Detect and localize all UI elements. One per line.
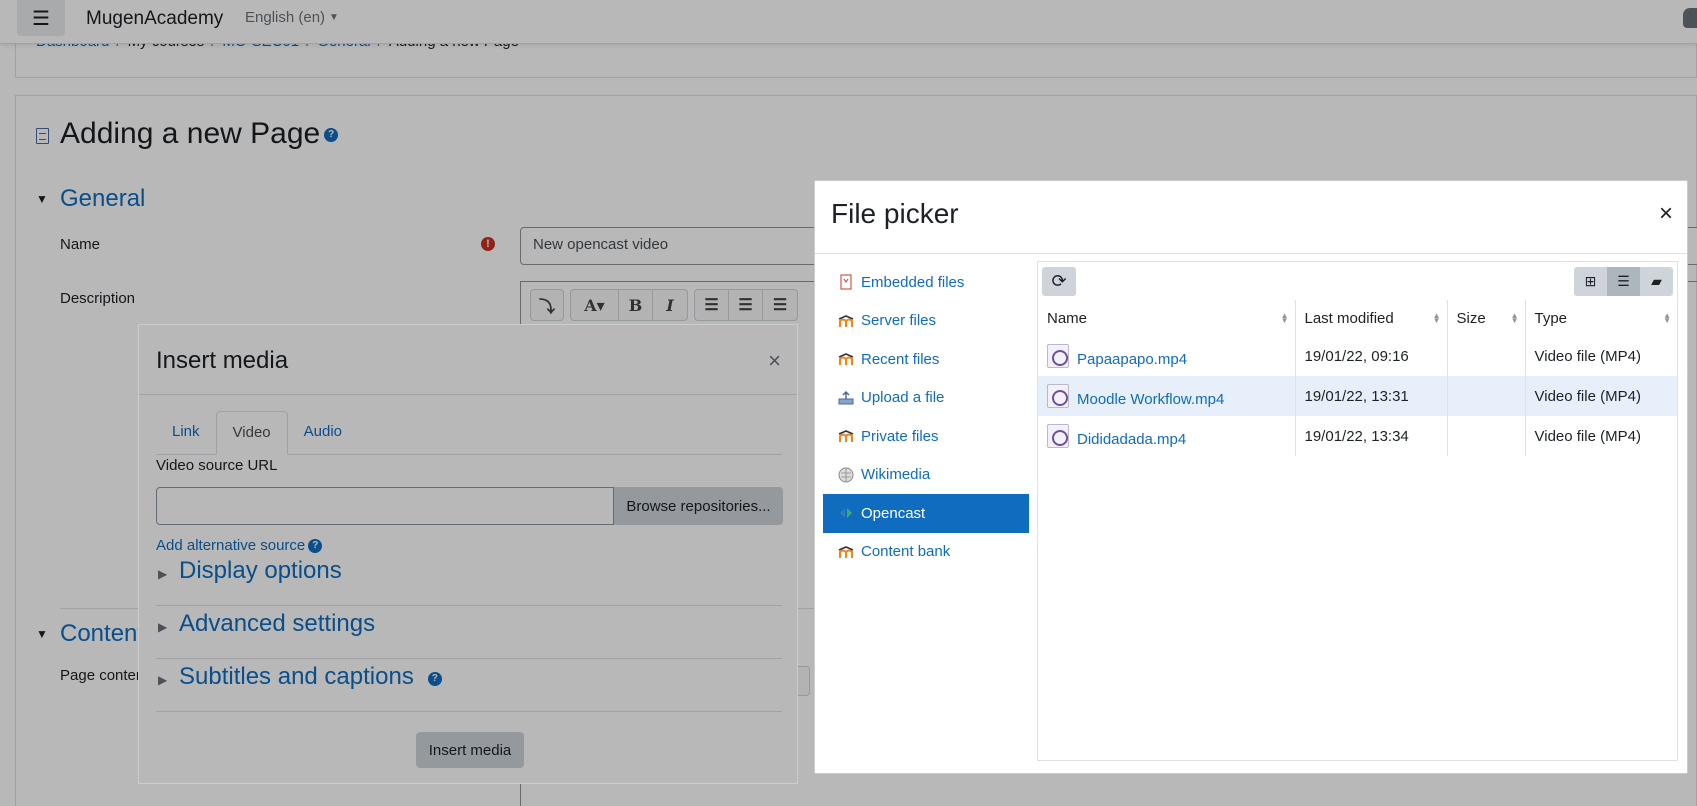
repo-wikimedia[interactable]: Wikimedia: [823, 456, 1029, 495]
video-file-icon: [1047, 384, 1069, 408]
insert-media-title: Insert media: [156, 347, 289, 374]
moodle-icon: [838, 353, 854, 366]
browse-repositories-button[interactable]: Browse repositories...: [614, 487, 783, 525]
file-type: Video file (MP4): [1524, 336, 1677, 376]
repo-embedded-files[interactable]: Embedded files: [823, 263, 1029, 302]
repo-label: Upload a file: [861, 389, 945, 407]
file-name-cell[interactable]: Moodle Workflow.mp4: [1038, 376, 1295, 416]
subtitles-captions-title[interactable]: Subtitles and captions: [179, 663, 414, 690]
table-row[interactable]: Papaapapo.mp4 19/01/22, 09:16 Video file…: [1038, 336, 1677, 376]
table-row[interactable]: Moodle Workflow.mp4 19/01/22, 13:31 Vide…: [1038, 376, 1677, 416]
file-size: [1446, 416, 1525, 456]
repo-private-files[interactable]: Private files: [823, 417, 1029, 456]
video-source-label: Video source URL: [156, 457, 278, 474]
file-modified: 19/01/22, 09:16: [1294, 336, 1447, 376]
folder-view-icon[interactable]: ▰: [1640, 267, 1673, 296]
column-header-name[interactable]: Name ▲ ▼: [1038, 300, 1295, 336]
moodle-icon: [838, 545, 854, 558]
tab-audio[interactable]: Audio: [288, 411, 358, 455]
video-file-icon: [1047, 344, 1069, 368]
add-alternative-source-label: Add alternative source: [156, 537, 306, 554]
wikimedia-icon: [838, 467, 854, 483]
sort-icon: ▲ ▼: [1663, 311, 1671, 325]
repo-upload-file[interactable]: Upload a file: [823, 379, 1029, 418]
sort-icon: ▲ ▼: [1280, 311, 1289, 325]
table-header-row: Name ▲ ▼ Last modified ▲ ▼ Size ▲ ▼ Type ▲ ▼: [1038, 300, 1677, 336]
list-view-icon[interactable]: ☰: [1607, 267, 1640, 296]
file-name-cell[interactable]: Dididadada.mp4: [1038, 416, 1295, 456]
advanced-settings-title[interactable]: Advanced settings: [179, 610, 375, 638]
expand-icon: ▶: [158, 620, 168, 634]
add-alternative-source-link[interactable]: Add alternative source?: [156, 537, 323, 554]
repo-server-files[interactable]: Server files: [823, 302, 1029, 341]
sort-icon: ▲ ▼: [1432, 311, 1441, 325]
insert-media-button[interactable]: Insert media: [416, 732, 524, 768]
column-header-type[interactable]: Type ▲ ▼: [1524, 300, 1677, 336]
subtitles-captions-section[interactable]: ▶ Subtitles and captions?: [156, 659, 782, 712]
repo-label: Private files: [861, 427, 939, 445]
insert-media-tabs: Link Video Audio: [156, 411, 782, 455]
tab-video[interactable]: Video: [215, 411, 288, 455]
grid-view-icon[interactable]: ⊞: [1574, 267, 1607, 296]
display-options-title[interactable]: Display options: [179, 557, 342, 585]
file-picker-dialog: File picker × Embedded files Server file…: [814, 180, 1688, 774]
refresh-icon[interactable]: ⟳: [1042, 267, 1076, 296]
insert-media-header: Insert media ×: [139, 325, 797, 395]
repository-list: Embedded files Server files Recent files…: [823, 263, 1029, 571]
column-header-modified[interactable]: Last modified ▲ ▼: [1294, 300, 1447, 336]
file-name[interactable]: Moodle Workflow.mp4: [1077, 391, 1224, 408]
advanced-settings-section[interactable]: ▶ Advanced settings: [156, 606, 782, 659]
column-label: Name: [1047, 309, 1088, 327]
repo-label: Recent files: [861, 350, 940, 368]
file-picker-header: File picker ×: [815, 181, 1687, 254]
file-picker-title: File picker: [831, 198, 959, 229]
repo-label: Opencast: [861, 504, 926, 522]
close-icon[interactable]: ×: [1659, 200, 1673, 228]
expand-icon: ▶: [158, 567, 168, 581]
file-table: Name ▲ ▼ Last modified ▲ ▼ Size ▲ ▼ Type ▲ ▼ Pap…: [1038, 300, 1677, 456]
opencast-icon: [840, 508, 852, 519]
sort-icon: ▲ ▼: [1510, 311, 1519, 325]
file-size: [1446, 336, 1525, 376]
subtitles-captions-group: Subtitles and captions?: [179, 663, 442, 691]
close-icon[interactable]: ×: [768, 348, 781, 374]
display-options-section[interactable]: ▶ Display options: [156, 553, 782, 606]
column-label: Last modified: [1304, 309, 1394, 327]
moodle-icon: [838, 314, 854, 327]
video-file-icon: [1047, 424, 1069, 448]
repo-label: Content bank: [861, 543, 951, 561]
file-size: [1446, 376, 1525, 416]
column-label: Type: [1534, 309, 1568, 327]
repo-label: Server files: [861, 312, 937, 330]
file-name[interactable]: Dididadada.mp4: [1077, 431, 1186, 448]
help-icon[interactable]: ?: [308, 539, 323, 554]
repo-label: Embedded files: [861, 273, 965, 291]
repo-label: Wikimedia: [861, 466, 931, 484]
moodle-icon: [838, 430, 854, 443]
repo-recent-files[interactable]: Recent files: [823, 340, 1029, 379]
file-type: Video file (MP4): [1524, 416, 1677, 456]
view-switcher: ⊞ ☰ ▰: [1574, 267, 1673, 296]
file-type: Video file (MP4): [1524, 376, 1677, 416]
file-name[interactable]: Papaapapo.mp4: [1077, 351, 1187, 368]
expand-icon: ▶: [158, 673, 168, 687]
table-row[interactable]: Dididadada.mp4 19/01/22, 13:34 Video fil…: [1038, 416, 1677, 456]
column-header-size[interactable]: Size ▲ ▼: [1446, 300, 1525, 336]
column-label: Size: [1456, 309, 1486, 327]
file-name-cell[interactable]: Papaapapo.mp4: [1038, 336, 1295, 376]
video-source-input[interactable]: [156, 487, 614, 525]
tab-link[interactable]: Link: [156, 411, 216, 455]
repo-content-bank[interactable]: Content bank: [823, 533, 1029, 572]
upload-icon: [838, 390, 854, 405]
file-list-panel: ⟳ ⊞ ☰ ▰ Name ▲ ▼ Last modified ▲ ▼ Size ▲ ▼ Ty…: [1037, 261, 1678, 761]
file-modified: 19/01/22, 13:34: [1294, 416, 1447, 456]
help-icon[interactable]: ?: [427, 672, 442, 686]
embedded-files-icon: [840, 274, 852, 290]
file-modified: 19/01/22, 13:31: [1294, 376, 1447, 416]
insert-media-dialog: Insert media × Link Video Audio Video so…: [138, 324, 798, 784]
repo-opencast[interactable]: Opencast: [823, 494, 1029, 533]
